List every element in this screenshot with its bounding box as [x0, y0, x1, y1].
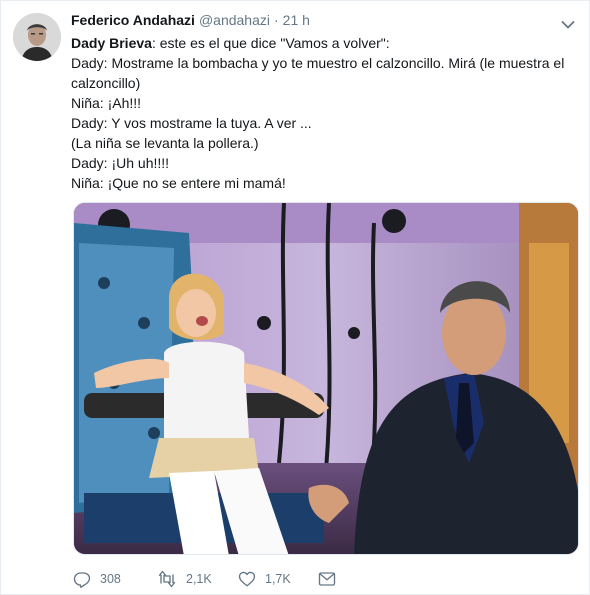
reply-count: 308	[100, 572, 121, 586]
tweet-line: Dady: Y vos mostrame la tuya. A ver ...	[71, 115, 312, 131]
envelope-icon	[318, 571, 336, 587]
retweet-count: 2,1K	[186, 572, 212, 586]
retweet-button[interactable]: 2,1K	[157, 570, 238, 588]
tweet-photo[interactable]	[73, 202, 579, 555]
tweet-card[interactable]: Federico Andahazi @andahazi · 21 h Dady …	[0, 0, 590, 595]
tweet-line: Niña: ¡Que no se entere mi mamá!	[71, 175, 286, 191]
chevron-down-icon[interactable]	[561, 17, 575, 29]
direct-message-button[interactable]	[318, 571, 336, 587]
like-button[interactable]: 1,7K	[238, 570, 318, 588]
tweet-line: (La niña se levanta la pollera.)	[71, 135, 259, 151]
tweet-line: Niña: ¡Ah!!!	[71, 95, 142, 111]
avatar[interactable]	[13, 13, 61, 61]
heart-icon	[238, 570, 256, 588]
tweet-header: Federico Andahazi @andahazi · 21 h	[71, 12, 310, 32]
tweet-line: Dady Brieva: este es el que dice "Vamos …	[71, 35, 390, 51]
reply-icon	[73, 570, 91, 588]
author-handle[interactable]: @andahazi	[199, 12, 270, 28]
retweet-icon	[157, 570, 177, 588]
like-count: 1,7K	[265, 572, 291, 586]
tweet-actions: 308 2,1K 1,7K	[73, 569, 336, 589]
reply-button[interactable]: 308	[73, 570, 157, 588]
author-name[interactable]: Federico Andahazi	[71, 12, 195, 28]
tweet-timestamp[interactable]: 21 h	[283, 12, 310, 28]
mention-name[interactable]: Dady Brieva	[71, 35, 152, 51]
tweet-text: Dady Brieva: este es el que dice "Vamos …	[71, 33, 576, 193]
tweet-line: Dady: ¡Uh uh!!!!	[71, 155, 170, 171]
tweet-line: Dady: Mostrame la bombacha y yo te muest…	[71, 55, 565, 91]
separator-dot: ·	[274, 12, 279, 28]
